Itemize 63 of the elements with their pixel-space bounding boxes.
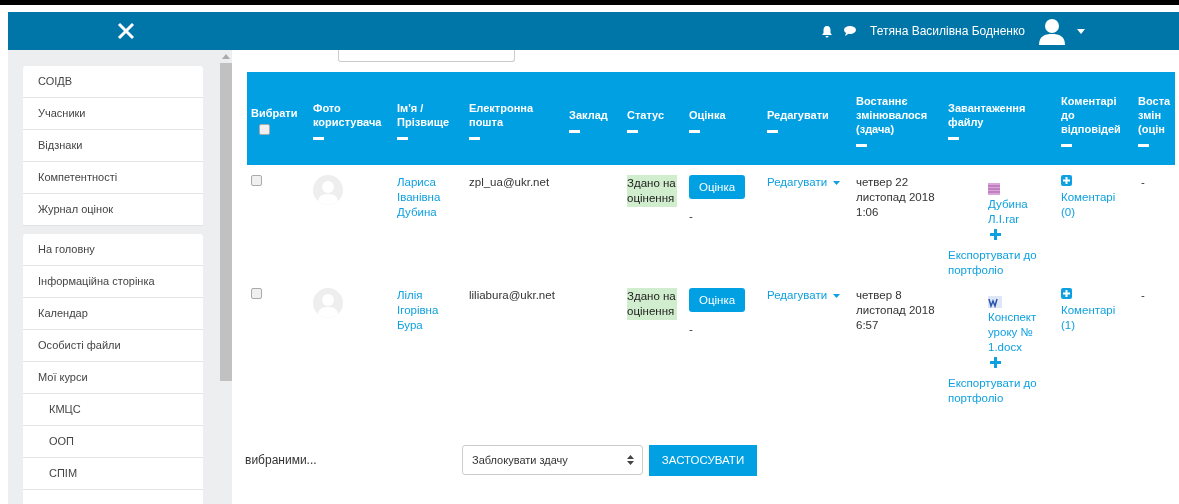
add-comment-icon[interactable] xyxy=(1061,288,1072,299)
comments-link[interactable]: Коментарі (1) xyxy=(1061,303,1129,333)
scroll-up-icon[interactable] xyxy=(222,54,230,59)
sidebar-item[interactable]: СПІМ xyxy=(23,458,203,490)
sidebar-item[interactable]: Компетентності xyxy=(23,162,203,194)
column-header[interactable]: Вибрати xyxy=(251,106,298,120)
export-link[interactable]: Експортувати до портфоліо xyxy=(948,376,1049,406)
user-name[interactable]: Тетяна Василівна Бодненко xyxy=(870,24,1025,38)
checkbox[interactable] xyxy=(251,175,262,186)
sidebar-item[interactable]: Інформаційна сторінка xyxy=(23,266,203,298)
sidebar-item[interactable]: СОІДВ xyxy=(23,66,203,98)
column-header[interactable]: Статус xyxy=(627,108,665,122)
user-link[interactable]: Лариса Іванівна Дубина xyxy=(397,175,457,220)
column-header[interactable]: Редагувати xyxy=(767,108,829,122)
export-link[interactable]: Експортувати до портфоліо xyxy=(948,248,1049,278)
document-icon xyxy=(988,296,1002,308)
edit-dropdown[interactable]: Редагувати xyxy=(767,289,841,301)
column-header[interactable]: Оцінка xyxy=(689,108,726,122)
grade-text: - xyxy=(689,209,694,224)
checkbox[interactable] xyxy=(251,288,262,299)
file-link[interactable]: Конспект уроку № 1.docx xyxy=(988,310,1046,355)
sidebar-item[interactable]: Мої курси xyxy=(23,362,203,394)
edit-dropdown[interactable]: Редагувати xyxy=(767,176,841,188)
plus-icon[interactable] xyxy=(990,357,1001,369)
plus-icon[interactable] xyxy=(990,229,1001,241)
file-link[interactable]: Дубина Л.І.rar xyxy=(988,197,1046,227)
sidebar-item[interactable]: Календар xyxy=(23,298,203,330)
select-field[interactable] xyxy=(338,50,515,62)
sidebar-item[interactable]: Учасники xyxy=(23,98,203,130)
sidebar-item[interactable]: На головну xyxy=(23,234,203,266)
avatar-icon[interactable] xyxy=(1037,17,1067,45)
sidebar-item[interactable]: Журнал оцінок xyxy=(23,194,203,226)
close-icon[interactable] xyxy=(116,22,135,40)
date-text: четвер 8 листопад 2018 6:57 xyxy=(856,289,935,331)
sidebar-item[interactable]: ООП xyxy=(23,426,203,458)
apply-button[interactable]: ЗАСТОСУВАТИ xyxy=(649,444,757,476)
comments-link[interactable]: Коментарі (0) xyxy=(1061,190,1129,220)
grade-text: - xyxy=(689,322,694,337)
email-text: liliabura@ukr.net xyxy=(469,289,555,301)
email-text: zpl_ua@ukr.net xyxy=(469,176,550,188)
grade-button[interactable]: Оцінка xyxy=(689,175,746,199)
caret-icon[interactable] xyxy=(1077,28,1085,34)
table-cell: - xyxy=(1141,176,1145,188)
column-header[interactable]: Заклад xyxy=(569,108,608,122)
bulk-label: вибраними... xyxy=(245,453,318,467)
caret-icon[interactable] xyxy=(833,293,841,298)
grade-button[interactable]: Оцінка xyxy=(689,288,746,312)
action-select[interactable]: Заблокувати здачу xyxy=(462,445,643,475)
archive-icon xyxy=(988,183,1000,195)
sort-arrows-icon xyxy=(627,455,634,465)
status-badge: Здано на оцінення xyxy=(627,175,677,207)
sidebar-item[interactable]: КМЦС xyxy=(23,394,203,426)
chat-icon[interactable] xyxy=(843,25,858,37)
date-text: четвер 22 листопад 2018 1:06 xyxy=(856,176,935,218)
user-link[interactable]: Лілія Ігорівна Бура xyxy=(397,288,457,333)
checkbox[interactable] xyxy=(259,124,270,135)
status-badge: Здано на оцінення xyxy=(627,288,677,320)
add-comment-icon[interactable] xyxy=(1061,175,1072,186)
sidebar-item[interactable]: Відзнаки xyxy=(23,130,203,162)
table-cell: - xyxy=(1141,289,1145,301)
caret-icon[interactable] xyxy=(833,180,841,185)
bell-icon[interactable] xyxy=(821,24,834,38)
sidebar-item[interactable]: Особисті файли xyxy=(23,330,203,362)
